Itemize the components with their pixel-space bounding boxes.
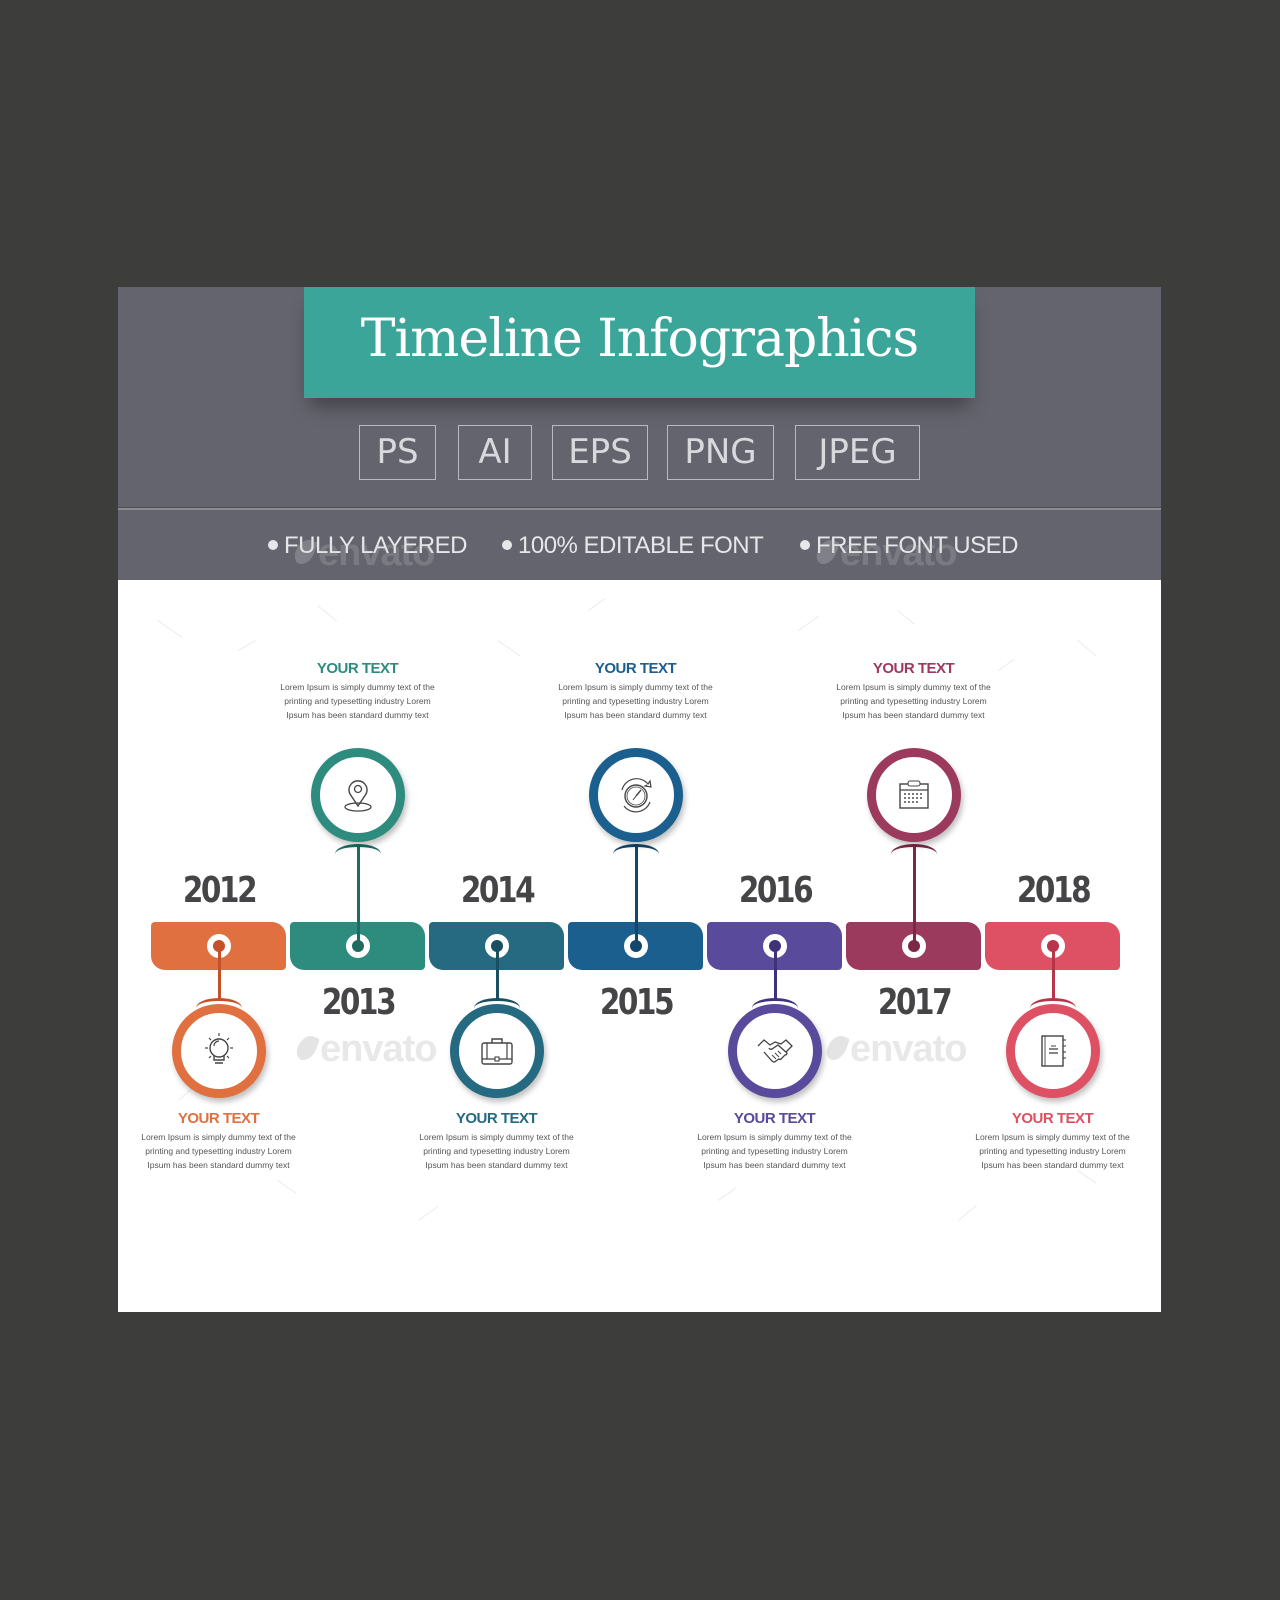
feature-item: 100% EDITABLE FONT	[502, 532, 764, 560]
milestone-description: Lorem Ipsum is simply dummy text of the …	[141, 1132, 296, 1170]
year-label: 2016	[738, 870, 813, 911]
decorative-line	[418, 1206, 439, 1221]
milestone-circle	[171, 1004, 266, 1098]
map-pin-icon	[343, 780, 372, 812]
watermark: envato	[814, 532, 957, 575]
format-badge-ps: PS	[359, 425, 436, 480]
year-label: 2014	[460, 870, 535, 911]
milestone-description: Lorem Ipsum is simply dummy text of the …	[975, 1132, 1130, 1170]
decorative-line	[958, 1204, 978, 1221]
connector-line	[356, 846, 360, 946]
stopwatch-icon	[620, 778, 652, 813]
milestone-title: YOUR TEXT	[872, 660, 955, 677]
decorative-line	[1077, 1170, 1097, 1184]
watermark: envato	[292, 532, 435, 575]
decorative-line	[998, 658, 1015, 671]
bullet-icon	[502, 539, 512, 550]
milestone-title: YOUR TEXT	[455, 1110, 538, 1127]
milestone-circle	[727, 1004, 822, 1098]
decorative-line	[238, 640, 256, 651]
bullet-icon	[268, 539, 278, 550]
decorative-line	[798, 615, 820, 631]
connector-line	[634, 846, 638, 946]
format-badge-png: PNG	[667, 425, 774, 480]
bullet-icon	[800, 539, 810, 550]
feature-label: 100% EDITABLE FONT	[518, 532, 764, 559]
milestone-title: YOUR TEXT	[1011, 1110, 1094, 1127]
header: Timeline Infographics PS AI EPS PNG JPEG	[118, 287, 1161, 508]
decorative-line	[718, 1187, 737, 1201]
milestone-description: Lorem Ipsum is simply dummy text of the …	[419, 1132, 574, 1170]
milestone-circle	[449, 1004, 544, 1098]
year-label: 2012	[182, 870, 257, 911]
milestone-title: YOUR TEXT	[594, 660, 677, 677]
decorative-line	[497, 640, 521, 657]
connector-line	[773, 946, 777, 1000]
milestone-title: YOUR TEXT	[733, 1110, 816, 1127]
connector-line	[1051, 946, 1055, 1000]
envato-leaf-icon	[824, 1032, 850, 1064]
format-list: PS AI EPS PNG JPEG	[118, 425, 1161, 481]
notebook-icon	[1040, 1035, 1066, 1067]
milestone-circle	[310, 748, 405, 842]
format-badge-eps: EPS	[552, 425, 648, 480]
year-label: 2017	[877, 982, 952, 1023]
decorative-line	[897, 610, 915, 625]
milestone-title: YOUR TEXT	[177, 1110, 260, 1127]
year-label: 2015	[599, 982, 674, 1023]
milestone-description: Lorem Ipsum is simply dummy text of the …	[280, 682, 435, 720]
connector-cap	[612, 844, 659, 854]
decorative-line	[317, 605, 338, 622]
milestone-description: Lorem Ipsum is simply dummy text of the …	[836, 682, 991, 720]
milestone-circle	[866, 748, 961, 842]
timeline: envato envato 2012 YOUR TEXT Lorem Ipsum i…	[118, 580, 1161, 1312]
format-badge-ai: AI	[458, 425, 532, 480]
envato-leaf-icon	[814, 536, 840, 568]
decorative-line	[277, 1180, 297, 1194]
briefcase-icon	[480, 1038, 513, 1065]
connector-line	[217, 946, 221, 1000]
year-label: 2018	[1016, 870, 1091, 911]
title-banner: Timeline Infographics	[304, 287, 975, 398]
connector-cap	[890, 844, 937, 854]
format-badge-jpeg: JPEG	[795, 425, 920, 480]
connector-line	[495, 946, 499, 1000]
milestone-circle	[1005, 1004, 1100, 1098]
connector-line	[912, 846, 916, 946]
decorative-line	[588, 598, 605, 611]
year-label: 2013	[321, 982, 396, 1023]
page-title: Timeline Infographics	[360, 309, 919, 369]
watermark: envato	[294, 1028, 437, 1071]
milestone-description: Lorem Ipsum is simply dummy text of the …	[697, 1132, 852, 1170]
connector-cap	[334, 844, 381, 854]
milestone-title: YOUR TEXT	[316, 660, 399, 677]
milestone-circle	[588, 748, 683, 842]
envato-leaf-icon	[292, 536, 318, 568]
envato-leaf-icon	[294, 1032, 320, 1064]
decorative-line	[157, 620, 183, 639]
watermark: envato	[824, 1028, 967, 1071]
milestone-description: Lorem Ipsum is simply dummy text of the …	[558, 682, 713, 720]
decorative-line	[1077, 640, 1097, 657]
infographic-card: Timeline Infographics PS AI EPS PNG JPEG…	[118, 287, 1161, 1312]
handshake-icon	[757, 1039, 793, 1063]
feature-bar: FULLY LAYERED 100% EDITABLE FONT FREE FO…	[118, 510, 1161, 580]
lightbulb-icon	[204, 1033, 233, 1064]
calendar-icon	[898, 780, 929, 809]
